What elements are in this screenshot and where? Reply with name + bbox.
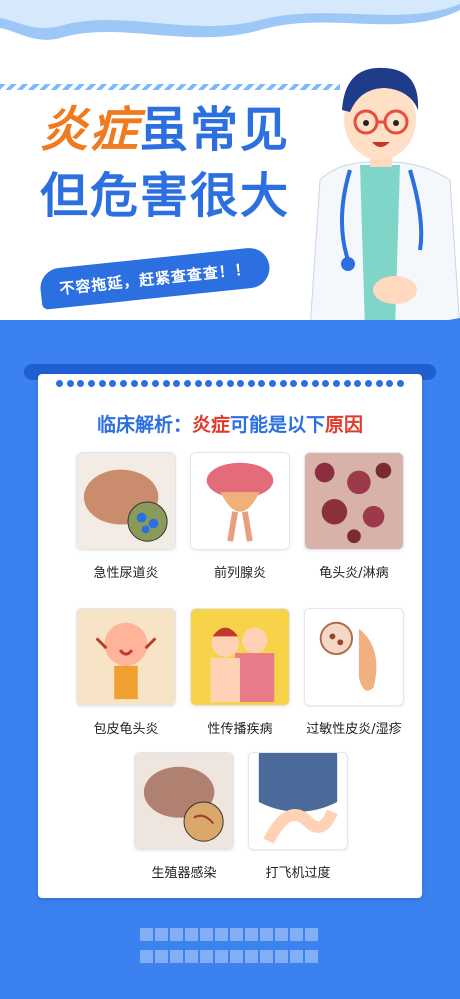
doctor-illustration xyxy=(309,67,460,330)
couple-illustration xyxy=(190,608,290,706)
cause-item-dermatitis: 过敏性皮炎/湿疹 xyxy=(304,608,404,737)
headline: 炎症虽常见 但危害很大 xyxy=(40,102,290,226)
prostate-illustration xyxy=(190,452,290,550)
card-title-accent: 炎症 xyxy=(191,414,230,436)
cause-item-balanoposthitis: 包皮龟头炎 xyxy=(76,608,176,737)
headline-rest: 虽常见 xyxy=(140,102,291,158)
infection-illustration xyxy=(134,752,234,850)
cause-item-urethritis: 急性尿道炎 xyxy=(76,452,176,581)
cause-item-infection: 生殖器感染 xyxy=(134,752,234,881)
info-card: 临床解析：炎症可能是以下原因 急性尿道炎 前列腺炎 龟头炎/淋病 包皮龟头炎 性… xyxy=(38,374,422,898)
cause-label: 打飞机过度 xyxy=(265,866,331,881)
stripe-decoration xyxy=(0,84,340,90)
headline-accent: 炎症 xyxy=(40,102,141,158)
hands-illustration xyxy=(248,752,348,850)
cause-label: 过敏性皮炎/湿疹 xyxy=(306,722,402,737)
cause-grid: 急性尿道炎 前列腺炎 龟头炎/淋病 包皮龟头炎 性传播疾病 过敏性皮炎/湿疹 生… xyxy=(70,452,410,881)
cause-label: 龟头炎/淋病 xyxy=(319,566,389,581)
card-title-prefix: 临床解析： xyxy=(96,414,192,436)
cause-label: 生殖器感染 xyxy=(151,866,217,881)
headline-line1: 炎症虽常见 xyxy=(40,102,290,158)
card-title: 临床解析：炎症可能是以下原因 xyxy=(38,410,422,437)
microscope-cells-illustration xyxy=(304,452,404,550)
cause-item-prostatitis: 前列腺炎 xyxy=(190,452,290,581)
poster: 炎症虽常见 但危害很大 不容拖延，赶紧查查查！！ 临床解析：炎症可能是以下原因 … xyxy=(0,0,460,999)
card-title-mid: 可能是以下 xyxy=(230,414,326,436)
allergy-illustration xyxy=(304,608,404,706)
binding-dots xyxy=(56,380,404,387)
cause-label: 性传播疾病 xyxy=(207,722,273,737)
cause-item-balanitis: 龟头炎/淋病 xyxy=(304,452,404,581)
cause-item-masturbation: 打飞机过度 xyxy=(248,752,348,881)
cause-label: 急性尿道炎 xyxy=(93,566,159,581)
blurred-footer-logo xyxy=(140,928,326,970)
cause-label: 包皮龟头炎 xyxy=(93,722,159,737)
card-title-accent2: 原因 xyxy=(325,414,364,436)
urethritis-illustration xyxy=(76,452,176,550)
cause-item-std: 性传播疾病 xyxy=(190,608,290,737)
headline-line2: 但危害很大 xyxy=(40,168,291,224)
itching-person-illustration xyxy=(76,608,176,706)
cause-label: 前列腺炎 xyxy=(213,566,266,581)
